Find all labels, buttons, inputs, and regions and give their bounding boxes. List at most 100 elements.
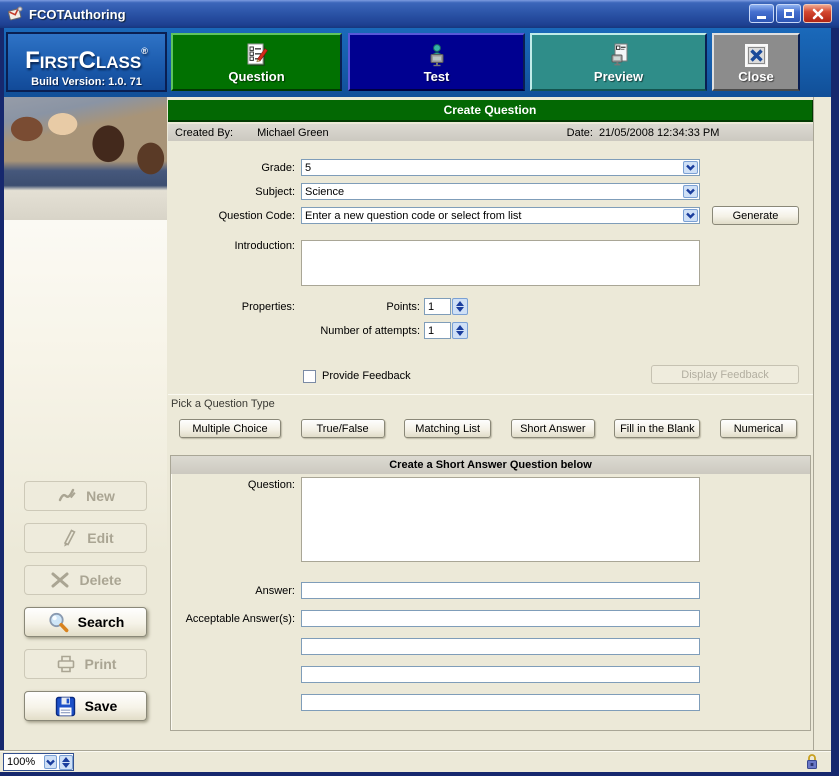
subject-value: Science <box>302 186 683 198</box>
preview-icon <box>606 41 632 69</box>
question-type-section-label: Pick a Question Type <box>171 398 275 410</box>
answer-label: Answer: <box>168 585 295 597</box>
lock-icon <box>805 753 819 773</box>
sidebar: New Edit Delete Search <box>4 97 167 750</box>
nav-close-button[interactable]: Close <box>712 33 800 91</box>
type-matching-list-button[interactable]: Matching List <box>404 419 491 438</box>
nav-close-label: Close <box>738 69 773 84</box>
nav-question-button[interactable]: Question <box>171 33 342 91</box>
acceptable-answer-input-2[interactable] <box>301 638 700 655</box>
zoom-spinner[interactable] <box>59 755 73 770</box>
zoom-value: 100% <box>4 756 44 768</box>
search-button-label: Search <box>78 614 125 630</box>
spin-up-icon <box>456 301 464 306</box>
type-fill-in-the-blank-button[interactable]: Fill in the Blank <box>614 419 700 438</box>
question-code-select[interactable]: Enter a new question code or select from… <box>301 207 700 224</box>
delete-icon <box>49 569 71 591</box>
acceptable-answer-input-4[interactable] <box>301 694 700 711</box>
introduction-label: Introduction: <box>168 240 295 252</box>
introduction-textarea[interactable] <box>301 240 700 286</box>
points-input[interactable] <box>424 298 451 315</box>
delete-button[interactable]: Delete <box>24 565 147 595</box>
new-button[interactable]: New <box>24 481 147 511</box>
print-button[interactable]: Print <box>24 649 147 679</box>
close-x-icon <box>744 41 769 69</box>
question-code-value: Enter a new question code or select from… <box>302 210 683 222</box>
attempts-input[interactable] <box>424 322 451 339</box>
attempts-label: Number of attempts: <box>293 325 420 337</box>
app-icon <box>6 5 24 23</box>
grade-value: 5 <box>302 162 683 174</box>
zoom-control[interactable]: 100% <box>3 753 74 771</box>
minimize-icon <box>757 16 766 19</box>
acceptable-answer-input-3[interactable] <box>301 666 700 683</box>
save-icon <box>54 695 77 718</box>
window-border-bottom <box>0 772 839 776</box>
spin-down-icon <box>456 307 464 312</box>
delete-button-label: Delete <box>79 572 121 588</box>
nav-preview-button[interactable]: Preview <box>530 33 707 91</box>
acceptable-answers-label: Acceptable Answer(s): <box>168 613 295 625</box>
date-value: 21/05/2008 12:34:33 PM <box>599 127 719 139</box>
acceptable-answer-input-1[interactable] <box>301 610 700 627</box>
nav-question-label: Question <box>228 69 284 84</box>
edit-icon <box>57 527 79 549</box>
print-button-label: Print <box>85 656 117 672</box>
grade-label: Grade: <box>168 162 295 174</box>
section-divider <box>168 394 813 395</box>
window-title: FCOTAuthoring <box>29 7 126 22</box>
created-by-value: Michael Green <box>257 127 329 139</box>
subject-select[interactable]: Science <box>301 183 700 200</box>
spin-down-icon <box>456 331 464 336</box>
type-numerical-button[interactable]: Numerical <box>720 419 797 438</box>
question-code-label: Question Code: <box>168 210 295 222</box>
build-version: Build Version: 1.0. 71 <box>8 76 165 88</box>
type-short-answer-button[interactable]: Short Answer <box>511 419 595 438</box>
page-title: Create Question <box>168 100 813 122</box>
short-answer-header: Create a Short Answer Question below <box>171 456 810 474</box>
answer-input[interactable] <box>301 582 700 599</box>
nav-test-label: Test <box>424 69 450 84</box>
question-type-buttons: Multiple Choice True/False Matching List… <box>179 419 797 438</box>
points-label: Points: <box>293 301 420 313</box>
new-icon <box>56 485 78 507</box>
spin-up-icon <box>456 325 464 330</box>
grade-select[interactable]: 5 <box>301 159 700 176</box>
brand-panel: FirstClass® Build Version: 1.0. 71 <box>6 32 167 92</box>
edit-button[interactable]: Edit <box>24 523 147 553</box>
close-icon <box>812 8 824 20</box>
chevron-down-icon[interactable] <box>683 185 698 198</box>
test-icon <box>424 41 450 69</box>
search-button[interactable]: Search <box>24 607 147 637</box>
display-feedback-button[interactable]: Display Feedback <box>651 365 799 384</box>
minimize-button[interactable] <box>749 4 774 23</box>
question-label: Question: <box>168 479 295 491</box>
maximize-button[interactable] <box>776 4 801 23</box>
chevron-down-icon[interactable] <box>683 161 698 174</box>
type-true-false-button[interactable]: True/False <box>301 419 385 438</box>
meta-bar: Created By: Michael Green Date: 21/05/20… <box>168 124 813 141</box>
chevron-down-icon[interactable] <box>683 209 698 222</box>
close-window-button[interactable] <box>803 4 832 23</box>
nav-test-button[interactable]: Test <box>348 33 525 91</box>
attempts-spinner[interactable] <box>452 322 468 339</box>
question-icon <box>244 41 270 69</box>
generate-button[interactable]: Generate <box>712 206 799 225</box>
provide-feedback-checkbox[interactable] <box>303 370 316 383</box>
window-border-right <box>831 28 839 776</box>
title-bar: FCOTAuthoring <box>0 0 839 28</box>
maximize-icon <box>784 9 794 18</box>
classroom-photo <box>4 97 167 220</box>
subject-label: Subject: <box>168 186 295 198</box>
header-strip: FirstClass® Build Version: 1.0. 71 Quest… <box>0 28 839 97</box>
date-label: Date: <box>567 127 593 139</box>
question-textarea[interactable] <box>301 477 700 562</box>
points-spinner[interactable] <box>452 298 468 315</box>
nav-preview-label: Preview <box>594 69 643 84</box>
properties-label: Properties: <box>168 301 295 313</box>
type-multiple-choice-button[interactable]: Multiple Choice <box>179 419 281 438</box>
created-by-label: Created By: <box>175 127 233 139</box>
save-button[interactable]: Save <box>24 691 147 721</box>
zoom-dropdown-icon[interactable] <box>44 755 57 769</box>
save-button-label: Save <box>85 698 118 714</box>
